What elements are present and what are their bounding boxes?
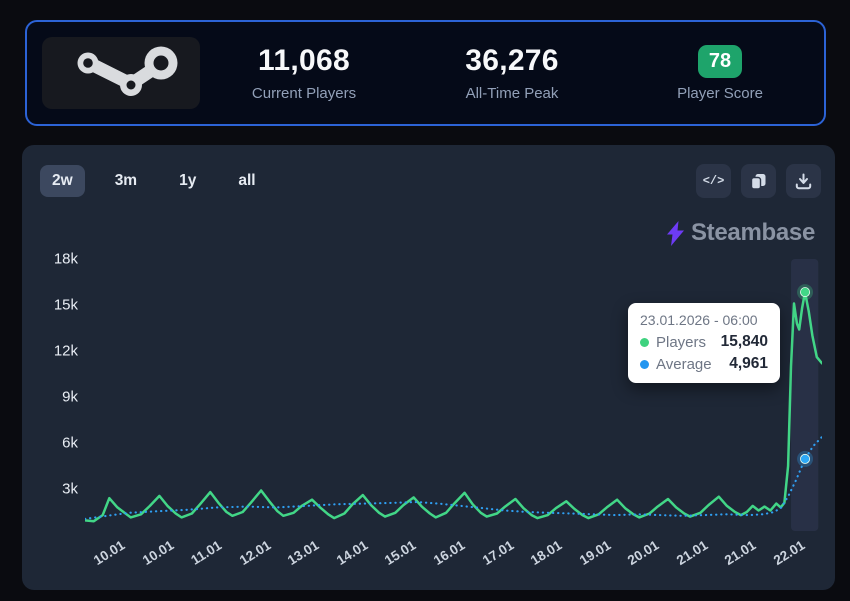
range-button-2w[interactable]: 2w [40,165,85,197]
tooltip-average-label: Average [656,355,712,373]
stat-all-time-peak: 36,276 All-Time Peak [408,44,616,102]
download-button[interactable] [786,164,821,198]
download-icon [795,173,812,189]
tooltip-row-players: Players 15,840 [640,333,768,351]
player-score-badge: 78 [697,44,743,78]
steambase-watermark[interactable]: Steambase [666,219,815,247]
x-axis-label: 14.01 [333,537,371,569]
embed-code-icon: </> [702,174,725,188]
range-button-all[interactable]: all [226,165,267,197]
y-axis-label: 6k [62,434,78,452]
player-score-label: Player Score [677,84,763,102]
x-axis-label: 15.01 [382,537,419,569]
x-axis-label: 21.01 [673,537,711,569]
time-range-selector: 2w 3m 1y all [40,165,268,197]
x-axis-label: 16.01 [430,537,468,569]
y-axis-label: 18k [53,250,78,268]
x-axis-label: 22.01 [770,537,808,569]
tooltip-players-label: Players [656,333,707,351]
tooltip-average-value: 4,961 [729,355,768,372]
chart-tools: </> [696,164,821,198]
tooltip-date: 23.01.2026 - 06:00 [640,312,758,328]
y-axis-label: 9k [62,388,78,406]
tooltip-row-average: Average 4,961 [640,355,768,373]
steam-logo-icon [77,46,178,96]
players-marker-dot [800,287,811,298]
steam-logo[interactable] [42,37,200,109]
x-axis-label: 12.01 [236,537,274,569]
copy-icon [750,173,766,190]
range-button-3m[interactable]: 3m [103,165,149,197]
chart-tooltip: 23.01.2026 - 06:00 Players 15,840 Averag… [628,303,780,383]
x-axis-label: 20.01 [625,537,662,569]
y-axis-label: 12k [53,342,78,360]
x-axis-label: 19.01 [576,537,614,569]
embed-code-button[interactable]: </> [696,164,731,198]
x-axis-label: 21.01 [722,537,759,569]
steambase-watermark-text: Steambase [690,219,815,246]
current-players-value: 11,068 [258,44,350,77]
all-time-peak-value: 36,276 [465,44,559,77]
tooltip-players-value: 15,840 [720,333,768,350]
x-axis-label: 18.01 [528,537,565,569]
x-axis-label: 17.01 [479,537,517,569]
all-time-peak-label: All-Time Peak [465,85,559,102]
y-axis-label: 3k [62,480,78,498]
x-axis-label: 10.01 [90,537,128,569]
steambase-logo-icon [666,220,684,246]
current-players-label: Current Players [251,85,357,102]
chart-plot-area[interactable] [85,255,822,535]
stat-player-score: 78 Player Score [616,44,824,102]
y-axis-label: 15k [53,296,78,314]
range-button-1y[interactable]: 1y [167,165,208,197]
players-dot-icon [640,337,649,347]
player-stats-card: 11,068 Current Players 36,276 All-Time P… [25,20,826,126]
average-line [85,435,822,520]
x-axis-label: 10.01 [139,537,177,569]
copy-button[interactable] [741,164,776,198]
x-axis-label: 13.01 [285,537,322,569]
average-dot-icon [640,359,649,369]
stat-current-players: 11,068 Current Players [200,44,408,102]
x-axis-label: 11.01 [188,537,225,568]
average-marker-dot [800,453,811,464]
chart-card: 2w 3m 1y all </> Steambase 18k 15k 12k 9k [22,145,835,590]
